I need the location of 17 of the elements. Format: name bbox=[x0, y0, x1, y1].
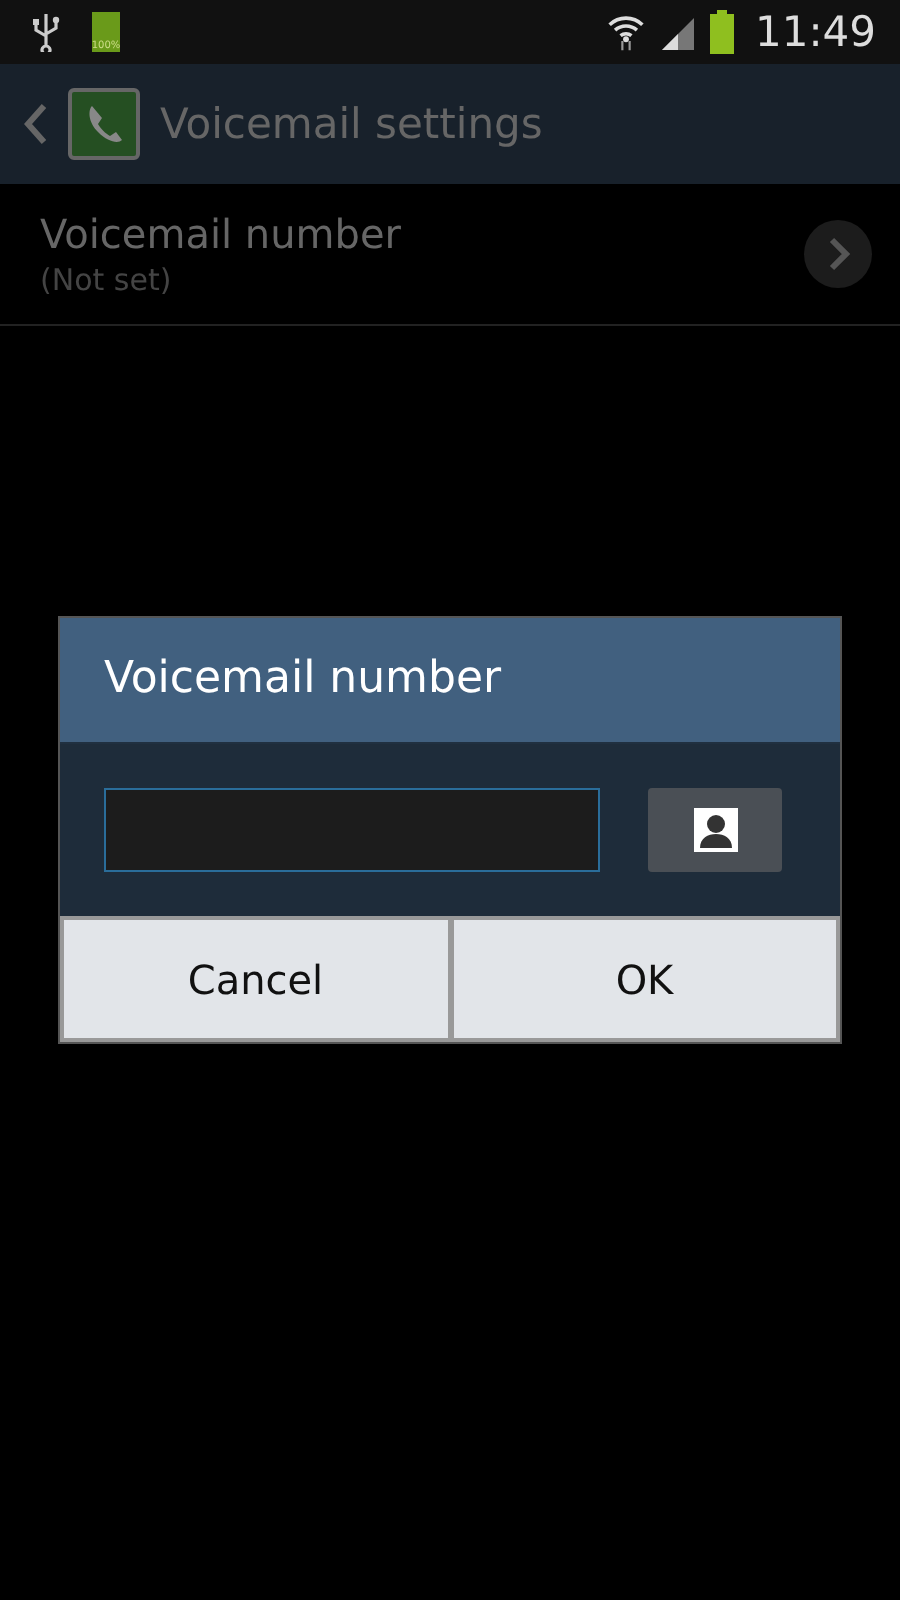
contacts-button[interactable] bbox=[648, 788, 782, 872]
back-icon[interactable] bbox=[24, 102, 48, 146]
battery-icon bbox=[710, 10, 735, 54]
dialog-title: Voicemail number bbox=[60, 618, 840, 742]
setting-summary: (Not set) bbox=[40, 262, 174, 298]
setting-title: Voicemail number bbox=[40, 210, 403, 258]
wifi-icon bbox=[606, 12, 647, 52]
dialog-button[interactable]: Cancel bbox=[64, 920, 447, 1038]
phone-icon bbox=[68, 88, 140, 160]
number-field[interactable] bbox=[104, 788, 600, 872]
usb-icon bbox=[32, 12, 60, 52]
contact-icon bbox=[693, 808, 737, 852]
clock: 11:49 bbox=[754, 8, 876, 56]
settings-item[interactable]: Voicemail number (Not set) bbox=[0, 184, 900, 326]
screen-title: Voicemail settings bbox=[160, 100, 543, 148]
chevron-icon bbox=[804, 220, 872, 288]
dialog-button[interactable]: OK bbox=[453, 920, 836, 1038]
